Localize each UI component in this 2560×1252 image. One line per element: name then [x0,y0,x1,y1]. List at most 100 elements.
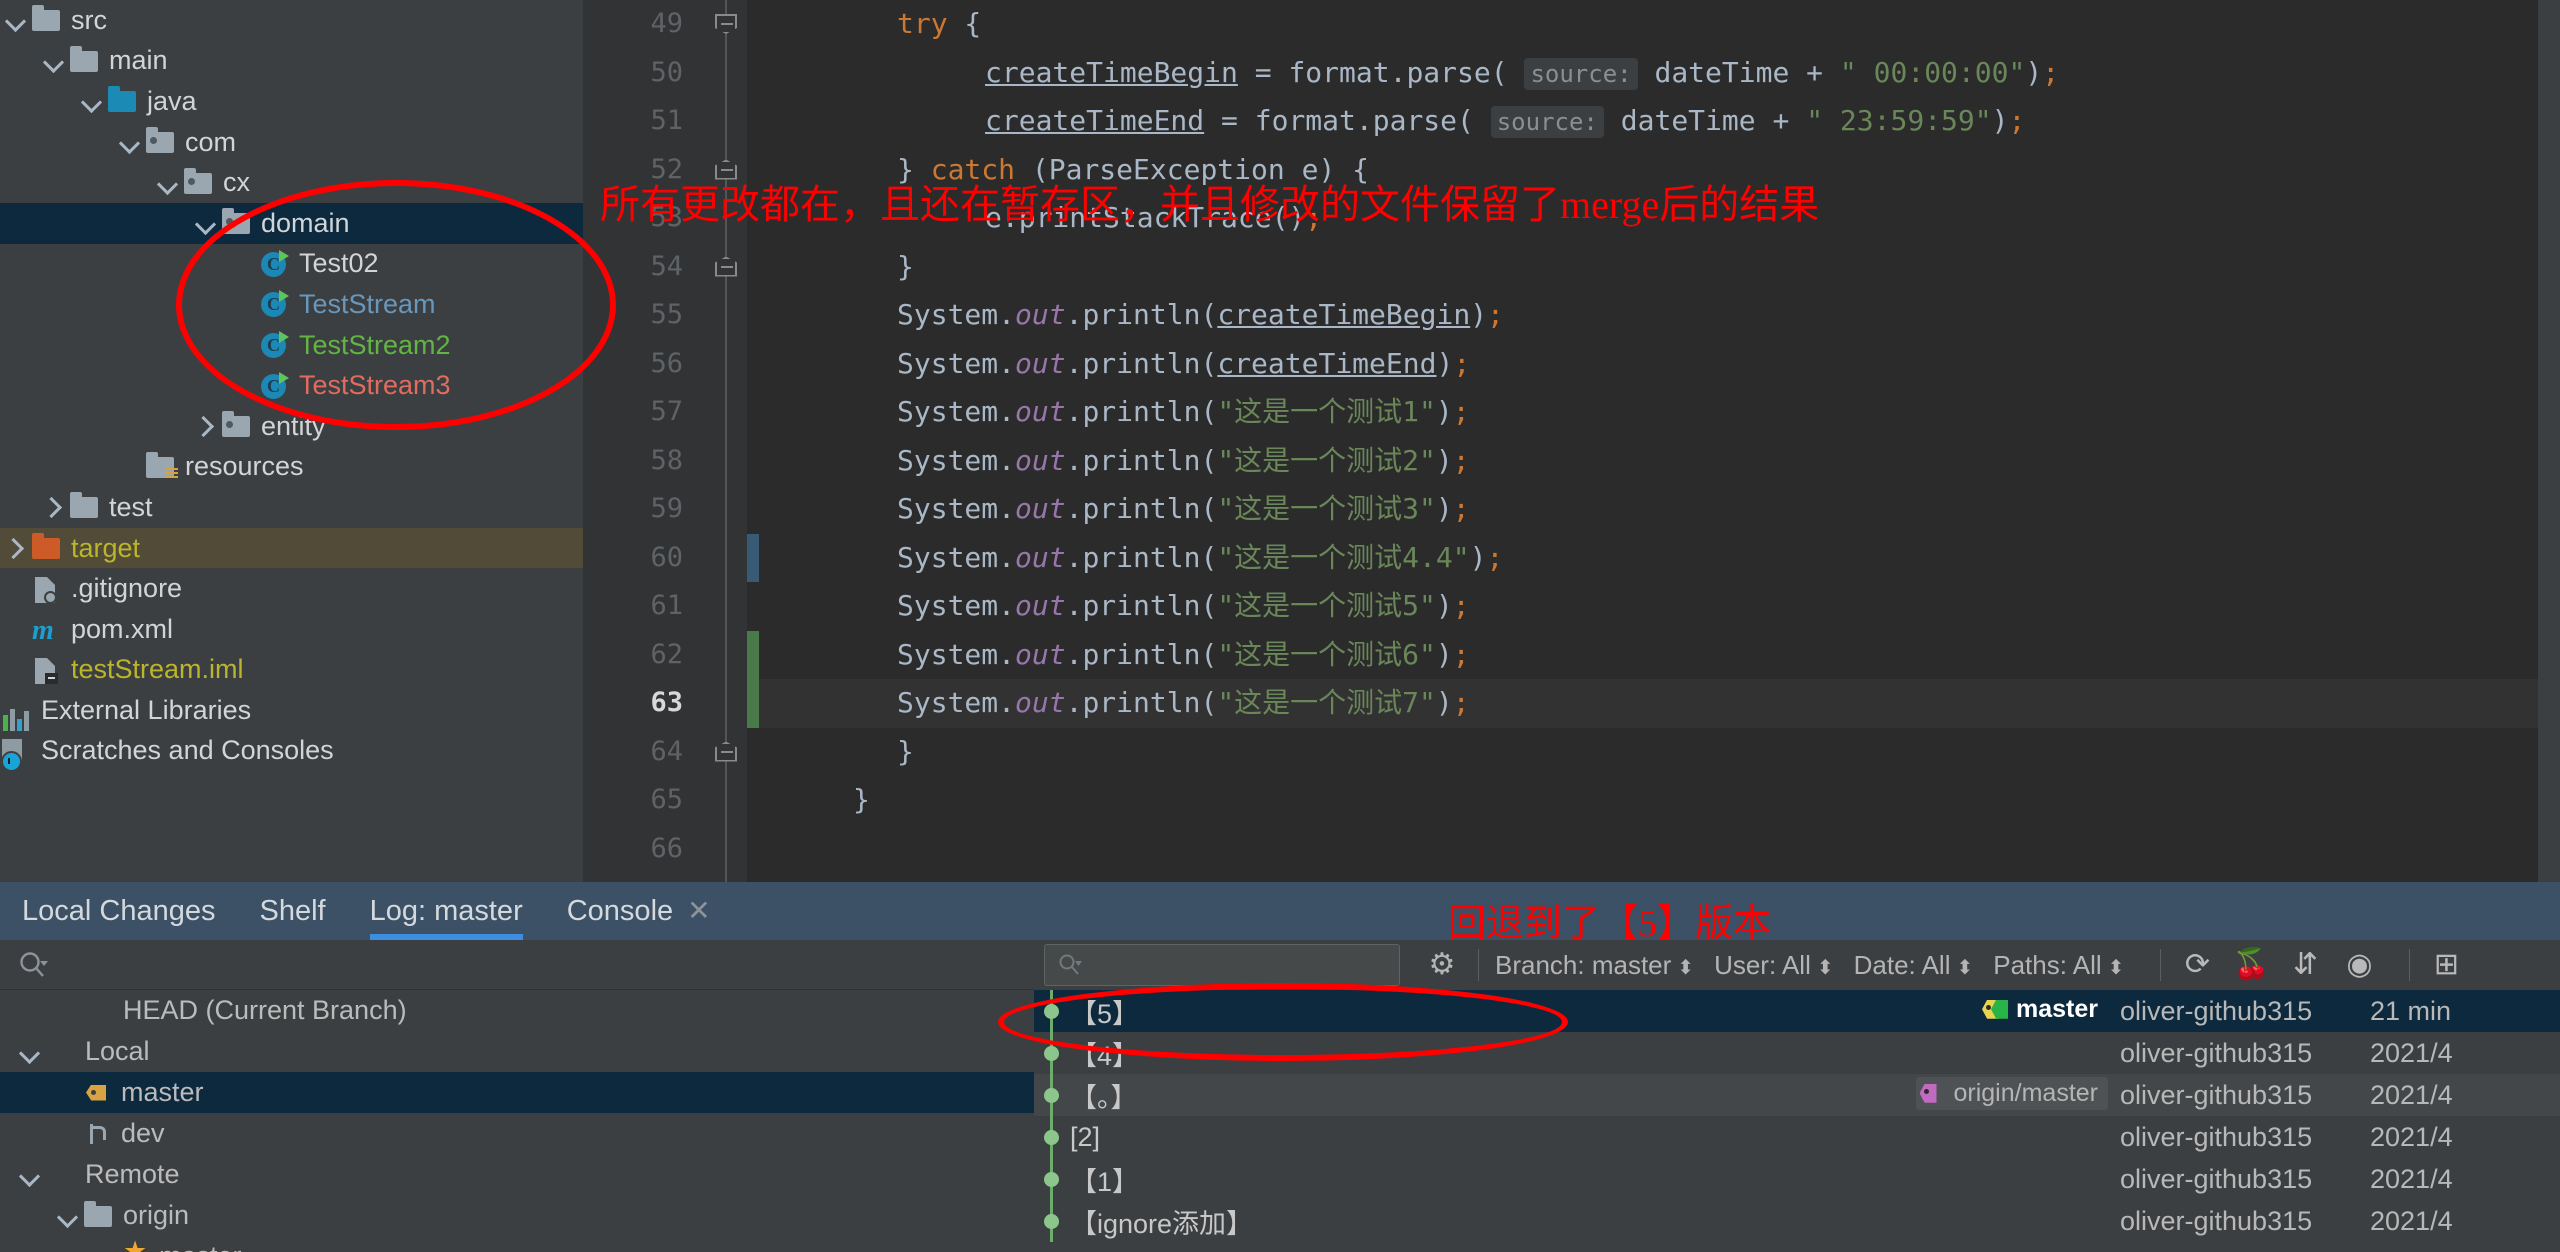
chevron-right-icon[interactable] [0,533,30,563]
chevron-down-icon[interactable] [14,1160,44,1190]
branch-item-master[interactable]: master [0,1072,1034,1113]
tree-item--gitignore[interactable]: .gitignore [0,568,583,609]
refresh-icon[interactable]: ⟳ [2177,943,2217,987]
chevron-down-icon[interactable] [152,168,182,198]
tree-item-com[interactable]: com [0,122,583,163]
code-line[interactable]: } [759,776,2560,825]
chevron-down-icon[interactable] [114,127,144,157]
chevron-down-icon[interactable] [38,46,68,76]
code-fold-marker[interactable] [715,741,737,762]
commit-row[interactable]: 【1】 oliver-github315 2021/4 [1034,1158,2560,1200]
tree-item-domain[interactable]: domain [0,202,583,244]
branch-list[interactable]: HEAD (Current Branch) Local master dev Remot… [0,990,1034,1252]
tree-item-test[interactable]: test [0,487,583,528]
tree-item-pom-xml[interactable]: m pom.xml [0,609,583,650]
commit-row[interactable]: 【4】 oliver-github315 2021/4 [1034,1032,2560,1074]
vcs-change-marker[interactable] [747,679,759,728]
editor-code-lines[interactable]: try {createTimeBegin = format.parse( sou… [759,0,2560,882]
code-fold-marker[interactable] [715,256,737,277]
tree-item-teststream3[interactable]: C TestStream3 [0,365,583,406]
code-line[interactable]: try { [759,0,2560,49]
vcs-change-marker[interactable] [747,533,759,582]
code-line[interactable]: System.out.println("这是一个测试1"); [759,388,2560,437]
tree-item-resources[interactable]: resources [0,447,583,488]
filter-paths[interactable]: Paths: All [1993,950,2124,981]
vcs-change-marker[interactable] [747,630,759,679]
code-fold-marker[interactable] [715,159,737,180]
code-line[interactable]: System.out.println(createTimeEnd); [759,340,2560,389]
branch-item-dev[interactable]: dev [0,1113,1034,1154]
tree-item-scratches-and-consoles[interactable]: Scratches and Consoles [0,731,583,772]
tree-item-entity[interactable]: entity [0,406,583,447]
branch-item-head-current-branch-[interactable]: HEAD (Current Branch) [0,990,1034,1031]
tab-console[interactable]: Console ✕ [567,882,711,940]
open-new-tab-icon[interactable]: ⊞ [2426,943,2466,987]
tree-item-src[interactable]: src [0,0,583,41]
chevron-down-icon[interactable] [0,5,30,35]
settings-gear-icon[interactable]: ⚙ [1422,943,1462,987]
filter-branch[interactable]: Branch: master [1495,950,1694,981]
branch-filter-row[interactable] [0,940,1034,990]
code-line[interactable]: System.out.println("这是一个测试6"); [759,631,2560,680]
code-line[interactable]: System.out.println("这是一个测试5"); [759,582,2560,631]
chevron-down-icon[interactable] [190,208,220,238]
chevron-down-icon[interactable] [52,1201,82,1231]
branch-item-master[interactable]: master [0,1236,1034,1252]
commit-row[interactable]: 【5】 master oliver-github315 21 min [1034,990,2560,1032]
branch-item-remote[interactable]: Remote [0,1154,1034,1195]
cherry-pick-icon[interactable]: 🍒 [2231,943,2271,987]
show-details-icon[interactable]: ◉ [2339,943,2379,987]
code-line[interactable]: System.out.println("这是一个测试3"); [759,485,2560,534]
project-tree-panel[interactable]: src main java com cx domain C Test02 C TestStream… [0,0,583,882]
commit-search-input[interactable] [1044,944,1400,986]
ref-label-local[interactable]: master [1978,993,2108,1026]
tree-item-target[interactable]: target [0,527,583,569]
editor-scrollbar[interactable] [2538,0,2560,882]
code-fold-marker[interactable] [715,14,737,34]
tab-local-changes[interactable]: Local Changes [22,882,215,940]
tree-item-teststream2[interactable]: C TestStream2 [0,325,583,366]
code-line[interactable]: System.out.println("这是一个测试2"); [759,437,2560,486]
code-line[interactable]: System.out.println("这是一个测试7"); [759,679,2560,728]
tab-shelf[interactable]: Shelf [259,882,325,940]
code-editor[interactable]: 49 50 51 52 53 54 55 56 57 58 59 60 61 62 63 64 65 66 try… [583,0,2560,882]
branch-item-local[interactable]: Local [0,1031,1034,1072]
code-line[interactable]: createTimeEnd = format.parse( source: da… [759,97,2560,146]
chevron-right-icon[interactable] [190,411,220,441]
tree-item-test02[interactable]: C Test02 [0,244,583,285]
tree-item-main[interactable]: main [0,41,583,82]
git-log-toolbar[interactable]: ⚙ Branch: master User: All Date: All Paths: … [1034,940,2560,990]
tab-log-master[interactable]: Log: master [369,882,523,940]
code-line[interactable]: } [759,728,2560,777]
tree-item-external-libraries[interactable]: External Libraries [0,690,583,732]
tree-item-cx[interactable]: cx [0,162,583,203]
tree-item-teststream-iml[interactable]: testStream.iml [0,650,583,691]
chevron-down-icon[interactable] [14,1037,44,1067]
git-commit-log-panel[interactable]: ⚙ Branch: master User: All Date: All Paths: … [1034,940,2560,1252]
code-line[interactable] [759,825,2560,874]
commit-row[interactable]: [2] oliver-github315 2021/4 [1034,1116,2560,1158]
filter-date[interactable]: Date: All [1854,950,1974,981]
filter-user[interactable]: User: All [1714,950,1834,981]
code-line[interactable]: } catch (ParseException e) { [759,146,2560,195]
commit-row[interactable]: 【。】 origin/master oliver-github315 2021/4 [1034,1074,2560,1116]
chevron-right-icon[interactable] [38,492,68,522]
tool-window-tab-bar[interactable]: Local Changes Shelf Log: master Console ✕ [0,882,2560,940]
code-line[interactable]: System.out.println(createTimeBegin); [759,291,2560,340]
branch-item-origin[interactable]: origin [0,1195,1034,1236]
tree-item-teststream[interactable]: C TestStream [0,284,583,325]
toolbar-divider [2160,949,2162,981]
code-line[interactable]: e.printStackTrace(); [759,194,2560,243]
editor-fold-strip[interactable] [699,0,747,882]
intellisort-icon[interactable]: ⇵ [2285,943,2325,987]
chevron-down-icon[interactable] [76,86,106,116]
code-line[interactable]: createTimeBegin = format.parse( source: … [759,49,2560,98]
code-line[interactable]: } [759,243,2560,292]
commit-list[interactable]: 【5】 master oliver-github315 21 min 【4】 oliver… [1034,990,2560,1242]
git-branch-tree-panel[interactable]: HEAD (Current Branch) Local master dev Remot… [0,940,1034,1252]
ref-label-remote[interactable]: origin/master [1915,1077,2108,1111]
close-icon[interactable]: ✕ [687,895,710,926]
tree-item-java[interactable]: java [0,81,583,122]
code-line[interactable]: System.out.println("这是一个测试4.4"); [759,534,2560,583]
commit-row[interactable]: 【ignore添加】 oliver-github315 2021/4 [1034,1200,2560,1242]
